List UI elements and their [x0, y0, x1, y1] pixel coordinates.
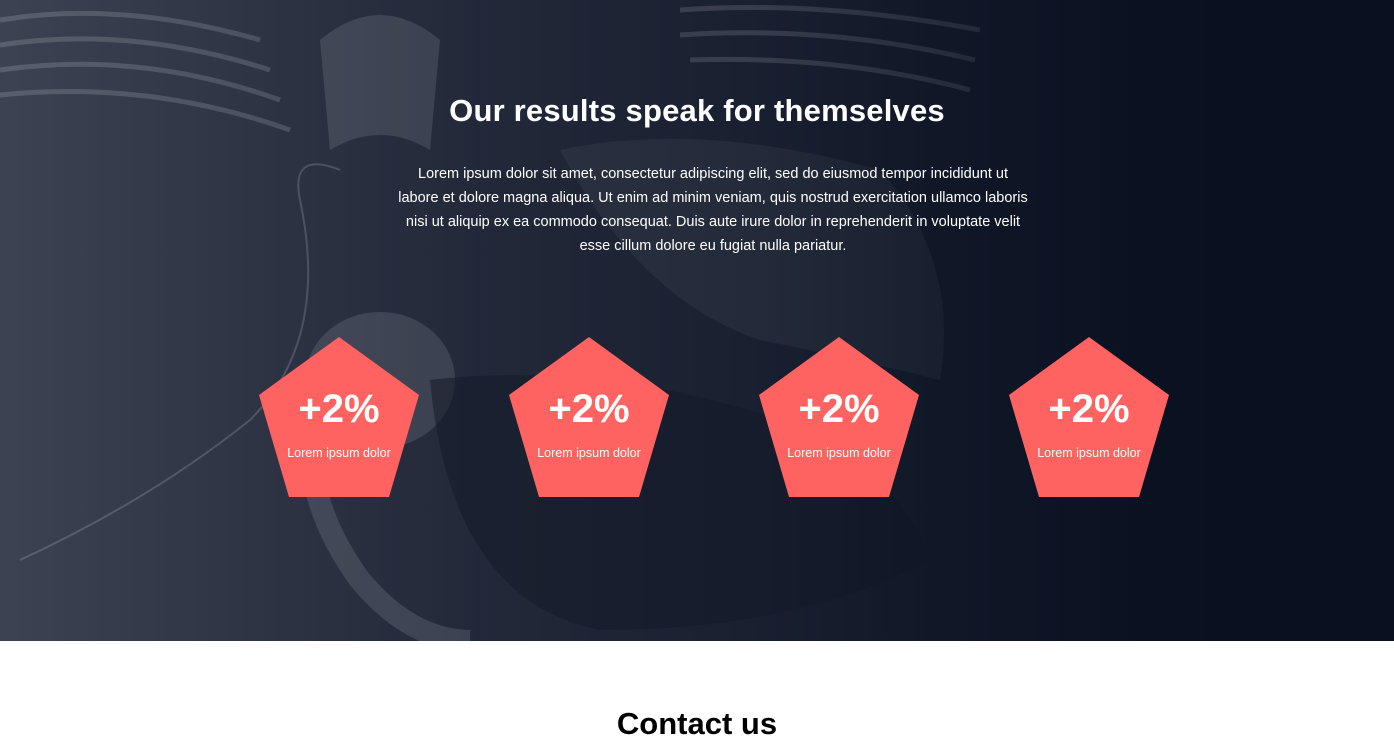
contact-title: Contact us [616, 706, 778, 741]
stat-label: Lorem ipsum dolor [1037, 446, 1141, 460]
stat-value: +2% [798, 387, 880, 431]
stat-card: +2% Lorem ipsum dolor [259, 337, 419, 497]
stat-value: +2% [1048, 387, 1130, 431]
results-description: Lorem ipsum dolor sit amet, consectetur … [398, 166, 1028, 254]
stat-card: +2% Lorem ipsum dolor [759, 337, 919, 497]
stat-value: +2% [548, 387, 630, 431]
stats-row: +2% Lorem ipsum dolor +2% Lorem ipsum do… [0, 337, 1394, 499]
stat-label: Lorem ipsum dolor [287, 446, 391, 460]
stat-card: +2% Lorem ipsum dolor [509, 337, 669, 497]
stat-label: Lorem ipsum dolor [537, 446, 641, 460]
stat-card: +2% Lorem ipsum dolor [1009, 337, 1169, 497]
results-content: Our results speak for themselves Lorem i… [0, 0, 1394, 641]
stat-label: Lorem ipsum dolor [787, 446, 891, 460]
results-section: Our results speak for themselves Lorem i… [0, 0, 1394, 641]
results-title: Our results speak for themselves [449, 93, 945, 128]
contact-section: Contact us [0, 641, 1394, 754]
stat-value: +2% [298, 387, 380, 431]
